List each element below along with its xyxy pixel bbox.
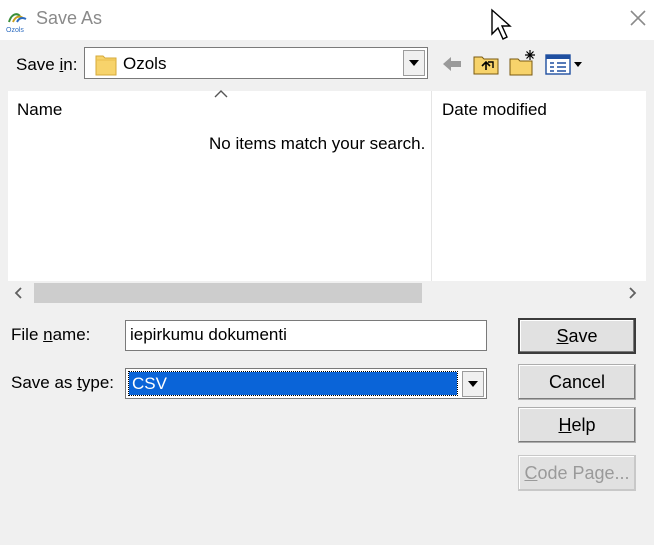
scroll-left-icon[interactable] bbox=[12, 286, 26, 300]
chevron-down-icon bbox=[468, 381, 478, 387]
code-page-button: Code Page... bbox=[518, 455, 636, 491]
file-name-input[interactable]: iepirkumu dokumenti bbox=[125, 320, 487, 351]
close-icon[interactable] bbox=[626, 6, 650, 30]
save-as-type-value: CSV bbox=[128, 371, 458, 396]
help-button[interactable]: Help bbox=[518, 407, 636, 443]
back-arrow-icon[interactable] bbox=[441, 54, 463, 74]
empty-message: No items match your search. bbox=[209, 134, 426, 153]
file-list[interactable] bbox=[8, 91, 646, 281]
scroll-right-icon[interactable] bbox=[625, 286, 639, 300]
view-menu-icon[interactable] bbox=[545, 54, 587, 76]
save-in-dropdown-button[interactable] bbox=[403, 50, 425, 76]
column-header-name[interactable]: Name bbox=[17, 100, 62, 120]
scrollbar-thumb[interactable] bbox=[34, 283, 422, 303]
ozols-app-icon: Ozols bbox=[6, 13, 27, 34]
column-header-date-modified[interactable]: Date modified bbox=[442, 100, 547, 120]
up-folder-icon[interactable] bbox=[472, 50, 500, 76]
chevron-down-icon bbox=[409, 60, 419, 66]
window-title: Save As bbox=[36, 8, 103, 28]
sort-ascending-icon bbox=[214, 90, 228, 98]
save-in-label: Save in: bbox=[16, 55, 78, 74]
cancel-button[interactable]: Cancel bbox=[518, 364, 636, 400]
save-as-type-dropdown-button[interactable] bbox=[462, 371, 484, 397]
save-button[interactable]: Save bbox=[518, 318, 636, 354]
file-name-label: File name: bbox=[11, 325, 91, 344]
column-divider bbox=[431, 91, 432, 281]
mouse-cursor-icon bbox=[491, 8, 512, 40]
new-folder-icon[interactable] bbox=[508, 48, 538, 76]
save-as-type-label: Save as type: bbox=[11, 373, 115, 392]
save-as-type-dropdown[interactable]: CSV bbox=[125, 368, 487, 399]
save-in-value: Ozols bbox=[123, 54, 167, 73]
folder-icon bbox=[95, 55, 117, 76]
svg-text:Ozols: Ozols bbox=[6, 27, 24, 34]
save-in-dropdown[interactable]: Ozols bbox=[84, 47, 428, 79]
